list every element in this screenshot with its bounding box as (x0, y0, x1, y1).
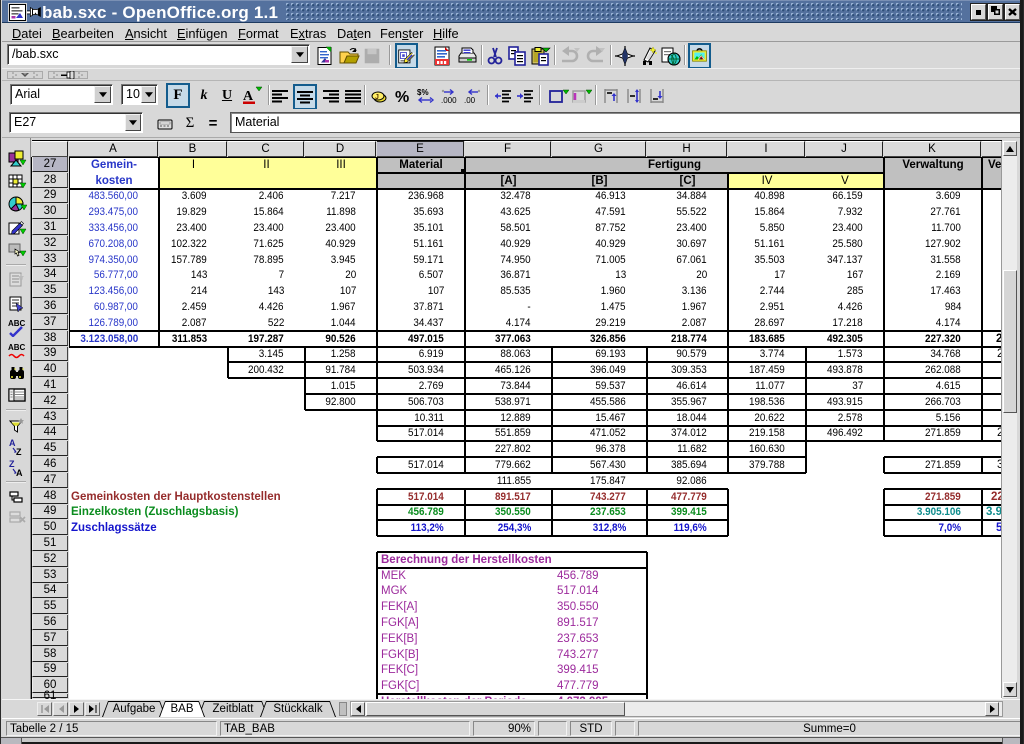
svg-text:.000: .000 (441, 96, 457, 105)
svg-text:A: A (9, 438, 16, 448)
svg-text:$%: $% (417, 88, 429, 97)
svg-text:Z: Z (9, 459, 15, 469)
svg-text:A: A (16, 468, 23, 478)
svg-text:ABC: ABC (8, 343, 26, 352)
svg-text:Z: Z (16, 447, 22, 457)
svg-text:J: J (375, 94, 379, 101)
svg-text:%: % (395, 89, 409, 105)
svg-text:ABC: ABC (8, 319, 26, 328)
svg-text:.00: .00 (464, 96, 476, 105)
